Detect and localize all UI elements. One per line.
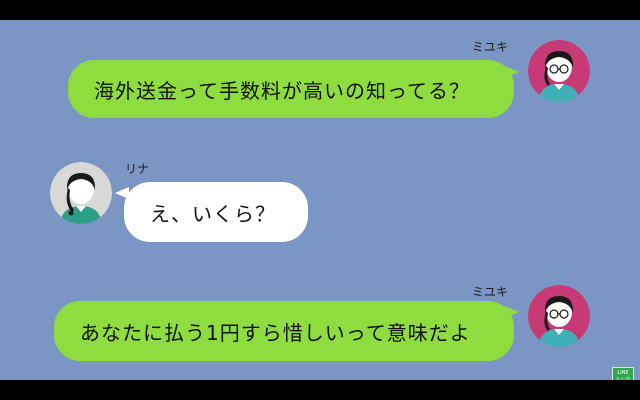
top-letterbox-bar — [0, 0, 640, 20]
message-text-1: 海外送金って手数料が高いの知ってる？ — [94, 78, 470, 103]
sender-name-miyuki-2: ミユキ — [472, 285, 509, 299]
message-text-2: え、いくら？ — [150, 201, 276, 226]
sender-name-rina: リナ — [125, 162, 150, 176]
bottom-letterbox-bar — [0, 380, 640, 400]
logo-text-line: LINE — [617, 370, 629, 376]
message-bubble-3[interactable]: あなたに払う1円すら惜しいって意味だよ — [54, 301, 514, 361]
message-text-3: あなたに払う1円すら惜しいって意味だよ — [80, 320, 471, 345]
sender-name-miyuki-1: ミユキ — [472, 40, 509, 54]
message-bubble-1[interactable]: 海外送金って手数料が高いの知ってる？ — [68, 60, 514, 118]
avatar-miyuki-icon[interactable] — [528, 285, 590, 347]
avatar-rina-icon[interactable] — [50, 162, 112, 224]
avatar-miyuki-icon[interactable] — [528, 40, 590, 102]
message-bubble-2[interactable]: え、いくら？ — [124, 182, 308, 242]
